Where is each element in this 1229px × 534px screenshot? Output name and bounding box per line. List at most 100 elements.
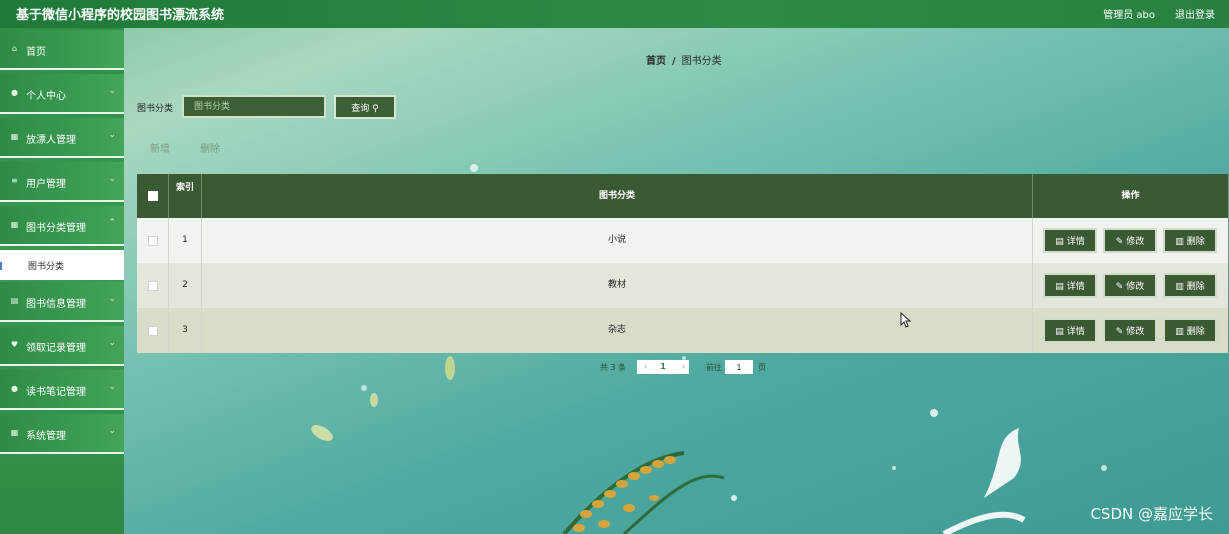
row-operations: ▤ 详情 ✎ 修改 ▥ 删除 [1033,308,1228,353]
sidebar-item-pickup-records[interactable]: ♥ 领取记录管理 ⌄ [0,326,124,366]
sidebar-item-label: 图书信息管理 [26,299,86,310]
grid-icon: ▦ [10,220,19,229]
row-check-cell [137,218,169,263]
admin-user-label: 管理员 abo [1103,10,1155,21]
trash-icon: ▥ [1175,327,1184,337]
sidebar-item-personal-center[interactable]: ● 个人中心 ⌄ [0,74,124,114]
category-table: 索引 图书分类 操作 1 小说 ▤ 详情 ✎ 修改 ▥ 删除 2 教材 ▤ 详情… [137,174,1228,353]
table-row: 3 杂志 ▤ 详情 ✎ 修改 ▥ 删除 [137,308,1228,353]
table-row: 2 教材 ▤ 详情 ✎ 修改 ▥ 删除 [137,263,1228,308]
sidebar-item-book-info-management[interactable]: ▤ 图书信息管理 ⌄ [0,282,124,322]
app-title: 基于微信小程序的校园图书漂流系统 [16,8,225,23]
goto-page-input[interactable] [725,360,753,374]
pencil-icon: ✎ [1115,327,1124,337]
delete-label: 删除 [1186,237,1205,247]
sidebar-item-home[interactable]: ⌂ 首页 [0,30,124,70]
edit-label: 修改 [1126,327,1145,337]
prev-page-button[interactable]: ‹ [637,360,651,374]
row-operations: ▤ 详情 ✎ 修改 ▥ 删除 [1033,263,1228,308]
page-suffix: 页 [758,363,766,372]
sidebar-item-system-management[interactable]: ▦ 系统管理 ⌄ [0,414,124,454]
edit-button[interactable]: ✎ 修改 [1103,318,1157,343]
grid-icon: ▦ [10,428,19,437]
pencil-icon: ✎ [1115,282,1124,292]
sidebar-item-reading-notes[interactable]: ● 读书笔记管理 ⌄ [0,370,124,410]
row-check-cell [137,308,169,353]
add-button[interactable]: 新增 [150,140,170,155]
logout-link[interactable]: 退出登录 [1175,6,1215,21]
page-number-current[interactable]: 1 [651,360,675,374]
sidebar-item-label: 用户管理 [26,179,66,190]
chevron-down-icon: ⌄ [108,426,116,436]
next-page-button[interactable]: › [675,360,689,374]
pin-icon: ● [11,384,18,393]
edit-label: 修改 [1126,237,1145,247]
row-delete-button[interactable]: ▥ 删除 [1163,273,1217,298]
chevron-down-icon: ⌄ [108,294,116,304]
row-category: 小说 [202,218,1033,263]
row-delete-button[interactable]: ▥ 删除 [1163,228,1217,253]
mouse-cursor-icon [900,312,912,328]
search-label: 图书分类 [137,104,174,114]
search-input[interactable] [182,95,326,118]
active-marker [0,262,2,270]
row-category: 教材 [202,263,1033,308]
sidebar-item-label: 个人中心 [26,91,66,102]
doc-icon: ▤ [1055,327,1064,337]
delete-label: 删除 [1186,327,1205,337]
header-operations: 操作 [1121,191,1140,201]
detail-button[interactable]: ▤ 详情 [1043,318,1097,343]
row-checkbox[interactable] [148,326,158,336]
sidebar-subitem-label: 图书分类 [28,262,65,272]
chevron-down-icon: ⌄ [108,382,116,392]
row-index: 3 [169,308,202,353]
table-row: 1 小说 ▤ 详情 ✎ 修改 ▥ 删除 [137,218,1228,263]
detail-label: 详情 [1066,282,1085,292]
row-delete-button[interactable]: ▥ 删除 [1163,318,1217,343]
sidebar-item-category-management[interactable]: ▦ 图书分类管理 ⌃ [0,206,124,246]
row-checkbox[interactable] [148,281,158,291]
doc-icon: ▤ [1055,282,1064,292]
detail-label: 详情 [1066,237,1085,247]
grid-icon: ▦ [10,132,19,141]
pagination-total: 共 3 条 [600,363,627,372]
pencil-icon: ✎ [1115,237,1124,247]
sidebar-subitem-book-category[interactable]: 图书分类 [0,250,124,280]
select-all-checkbox[interactable] [148,191,158,201]
book-icon: ▤ [10,296,19,305]
chevron-down-icon: ⌄ [108,174,116,184]
home-icon: ⌂ [11,44,18,53]
search-button[interactable]: 查询 ⚲ [334,95,396,119]
trash-icon: ▥ [1175,282,1184,292]
detail-button[interactable]: ▤ 详情 [1043,228,1097,253]
detail-button[interactable]: ▤ 详情 [1043,273,1097,298]
header-check-cell [137,174,169,218]
sidebar-item-label: 读书笔记管理 [26,387,86,398]
row-check-cell [137,263,169,308]
chevron-down-icon: ⌄ [108,130,116,140]
sidebar: ⌂ 首页 ● 个人中心 ⌄ ▦ 放漂人管理 ⌄ ≡ 用户管理 ⌄ ▦ 图书分类管… [0,28,124,534]
breadcrumb-current: 图书分类 [681,56,722,67]
top-header: 基于微信小程序的校园图书漂流系统 管理员 abo 退出登录 [0,0,1229,28]
chevron-down-icon: ⌄ [108,86,116,96]
edit-label: 修改 [1126,282,1145,292]
sidebar-item-label: 图书分类管理 [26,223,86,234]
edit-button[interactable]: ✎ 修改 [1103,228,1157,253]
row-operations: ▤ 详情 ✎ 修改 ▥ 删除 [1033,218,1228,263]
user-icon: ● [11,88,18,97]
edit-button[interactable]: ✎ 修改 [1103,273,1157,298]
header-index: 索引 [169,174,202,218]
sidebar-item-user-management[interactable]: ≡ 用户管理 ⌄ [0,162,124,202]
breadcrumb-home[interactable]: 首页 [646,56,666,67]
delete-button[interactable]: 删除 [200,140,220,155]
sidebar-item-drifter-management[interactable]: ▦ 放漂人管理 ⌄ [0,118,124,158]
sidebar-item-label: 首页 [26,47,46,58]
row-checkbox[interactable] [148,236,158,246]
search-button-label: 查询 [351,103,370,114]
header-category: 图书分类 [202,174,1033,218]
chevron-up-icon: ⌃ [108,218,116,228]
chevron-down-icon: ⌄ [108,338,116,348]
delete-label: 删除 [1186,282,1205,292]
list-icon: ≡ [11,176,18,185]
goto-label: 前往 [706,363,722,372]
